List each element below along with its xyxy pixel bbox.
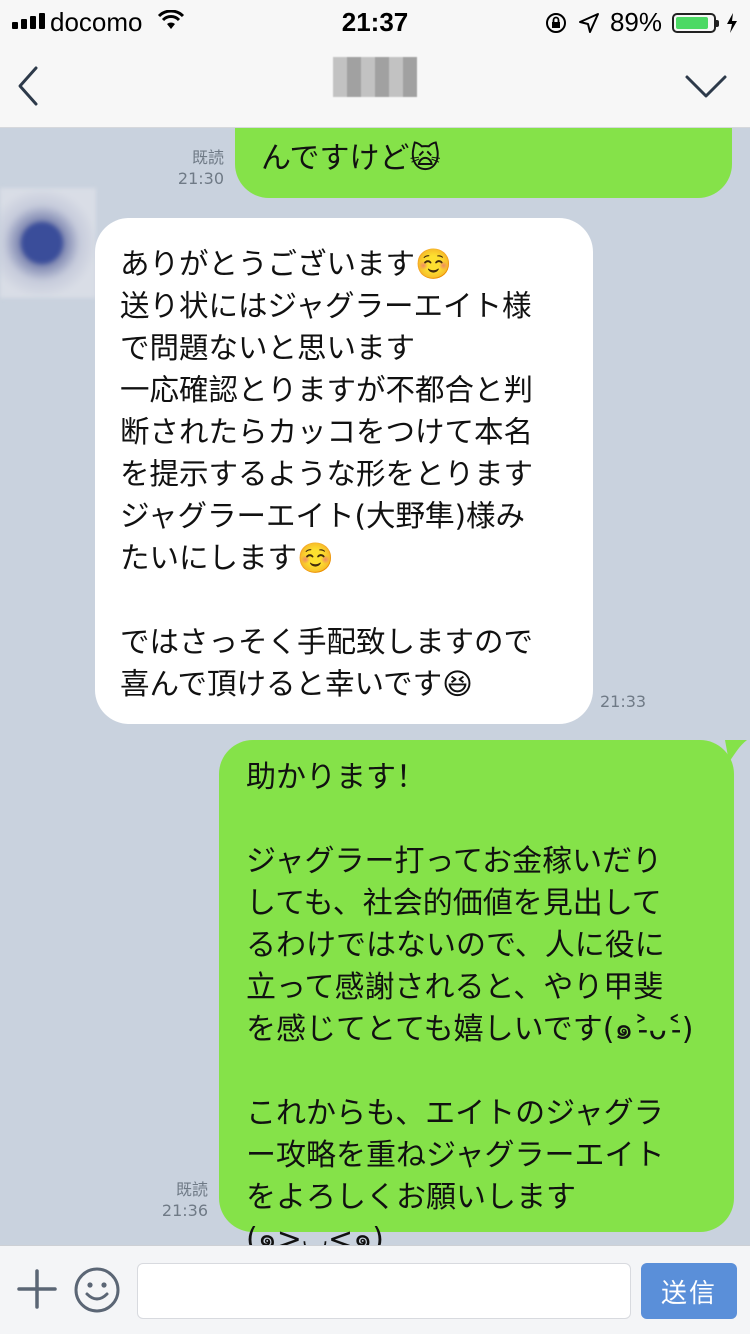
battery-icon xyxy=(672,12,719,33)
charging-bolt-icon xyxy=(727,12,737,33)
message-timestamp: 21:30 xyxy=(177,169,224,188)
message-meta: 既読 21:30 xyxy=(160,147,224,189)
contact-name-pixelated xyxy=(333,57,417,97)
read-receipt: 既読 xyxy=(175,1180,208,1199)
message-timestamp: 21:36 xyxy=(161,1201,208,1220)
message-input-bar: 送信 xyxy=(0,1245,750,1334)
location-arrow-icon xyxy=(578,12,599,33)
message-bubble-outgoing[interactable]: 助かります！ ジャグラー打ってお金稼いだり しても、社会的価値を見出して るわけ… xyxy=(219,740,734,1245)
message-meta: 既読 21:36 xyxy=(148,1179,208,1221)
bubble-tail xyxy=(725,740,747,762)
chat-header xyxy=(0,42,750,128)
battery-percent: 89% xyxy=(609,7,662,37)
message-input[interactable] xyxy=(137,1263,631,1319)
battery-level-fill xyxy=(676,16,709,29)
chat-message-list[interactable]: んですけど🙀 既読 21:30 ありがとうございます☺️ 送り状にはジャグラーエ… xyxy=(0,128,750,1245)
orientation-lock-icon xyxy=(545,12,566,33)
status-bar: docomo 21:37 89% xyxy=(0,0,750,42)
chevron-down-icon[interactable] xyxy=(684,72,728,100)
avatar[interactable] xyxy=(0,188,96,298)
message-bubble-outgoing[interactable]: んですけど🙀 xyxy=(235,128,732,198)
plus-icon[interactable] xyxy=(16,1268,58,1310)
message-timestamp: 21:33 xyxy=(600,692,647,711)
message-bubble-incoming[interactable]: ありがとうございます☺️ 送り状にはジャグラーエイト様 で問題ないと思います 一… xyxy=(95,218,593,724)
back-chevron-icon[interactable] xyxy=(14,64,44,108)
read-receipt: 既読 xyxy=(191,148,224,167)
send-button[interactable]: 送信 xyxy=(641,1263,737,1319)
emoji-icon[interactable] xyxy=(73,1266,121,1314)
